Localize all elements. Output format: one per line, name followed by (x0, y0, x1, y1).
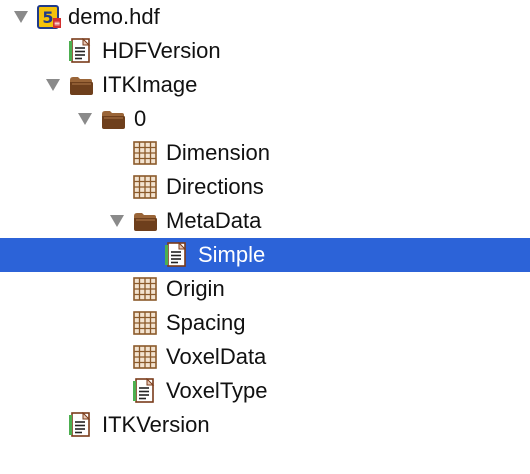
folder-icon (132, 208, 158, 234)
tree-row-dimension[interactable]: Dimension (0, 136, 530, 170)
folder-icon (68, 72, 94, 98)
tree-item-label: Simple (198, 242, 266, 267)
hdf5-file-icon (36, 4, 62, 30)
tree-item-label: Directions (166, 174, 264, 199)
dataset-grid-icon (132, 140, 158, 166)
tree-row-spacing[interactable]: Spacing (0, 306, 530, 340)
tree-item-label: VoxelData (166, 344, 267, 369)
tree-item-label: Origin (166, 276, 225, 301)
tree-item-label: ITKVersion (102, 412, 210, 437)
text-document-icon (132, 378, 158, 404)
hdf-tree-view: demo.hdf HDFVersion ITKImage 0 Dimension… (0, 0, 530, 474)
text-document-icon (68, 38, 94, 64)
tree-row-simple[interactable]: Simple (0, 238, 530, 272)
tree-item-label: HDFVersion (102, 38, 221, 63)
tree-item-label: VoxelType (166, 378, 268, 403)
disclosure-expanded-icon[interactable] (78, 113, 92, 125)
tree-item-label: 0 (134, 106, 147, 131)
tree-row-origin[interactable]: Origin (0, 272, 530, 306)
text-document-icon (68, 412, 94, 438)
tree-row-hdfversion[interactable]: HDFVersion (0, 34, 530, 68)
folder-icon (100, 106, 126, 132)
disclosure-expanded-icon[interactable] (46, 79, 60, 91)
dataset-grid-icon (132, 344, 158, 370)
dataset-grid-icon (132, 310, 158, 336)
disclosure-expanded-icon[interactable] (14, 11, 28, 23)
tree-item-label: demo.hdf (68, 4, 160, 29)
tree-item-label: ITKImage (102, 72, 198, 97)
disclosure-expanded-icon[interactable] (110, 215, 124, 227)
dataset-grid-icon (132, 276, 158, 302)
text-document-icon (164, 242, 190, 268)
tree-row-itkimage[interactable]: ITKImage (0, 68, 530, 102)
tree-row-demo-hdf[interactable]: demo.hdf (0, 0, 530, 34)
tree-item-label: Dimension (166, 140, 270, 165)
tree-row-voxeldata[interactable]: VoxelData (0, 340, 530, 374)
tree-item-label: MetaData (166, 208, 262, 233)
tree-row-metadata[interactable]: MetaData (0, 204, 530, 238)
tree-item-label: Spacing (166, 310, 246, 335)
tree-row-itkversion[interactable]: ITKVersion (0, 408, 530, 442)
tree-row-voxeltype[interactable]: VoxelType (0, 374, 530, 408)
tree-row-group-0[interactable]: 0 (0, 102, 530, 136)
dataset-grid-icon (132, 174, 158, 200)
tree-row-directions[interactable]: Directions (0, 170, 530, 204)
